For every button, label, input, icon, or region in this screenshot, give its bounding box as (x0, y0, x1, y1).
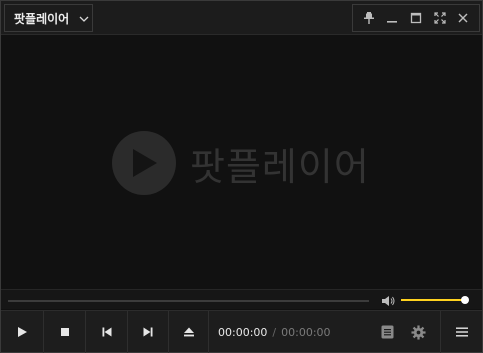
stop-icon (60, 328, 69, 336)
control-bar: 00:00:00 / 00:00:00 (1, 310, 482, 353)
time-display: 00:00:00 / 00:00:00 (218, 311, 331, 353)
app-menu-button[interactable]: 팟플레이어 (4, 4, 93, 32)
menu-icon (455, 327, 468, 337)
current-time: 00:00:00 (218, 325, 268, 339)
pin-icon[interactable] (360, 9, 378, 27)
stop-button[interactable] (44, 311, 85, 353)
volume-knob[interactable] (461, 296, 469, 304)
next-icon (143, 327, 153, 337)
app-menu-label: 팟플레이어 (14, 11, 70, 26)
play-icon (18, 327, 27, 337)
window-controls (352, 4, 480, 32)
volume-slider[interactable] (401, 296, 469, 304)
main-menu-button[interactable] (441, 311, 482, 353)
potplayer-logo: 팟플레이어 (112, 131, 370, 195)
total-duration: 00:00:00 (281, 325, 331, 339)
chevron-down-icon (79, 13, 89, 23)
logo-play-icon (112, 131, 176, 195)
time-separator: / (272, 325, 277, 339)
minimize-icon[interactable] (383, 9, 401, 27)
seek-row (1, 289, 482, 309)
maximize-icon[interactable] (407, 9, 425, 27)
close-icon[interactable] (454, 9, 472, 27)
settings-button[interactable] (405, 311, 431, 353)
eject-icon (183, 327, 194, 337)
next-button[interactable] (128, 311, 168, 353)
volume-fill (401, 299, 465, 301)
previous-icon (102, 327, 111, 337)
play-button[interactable] (1, 311, 43, 353)
seek-bar[interactable] (8, 300, 369, 302)
previous-button[interactable] (86, 311, 127, 353)
logo-text: 팟플레이어 (190, 144, 370, 189)
playlist-button[interactable] (375, 311, 399, 353)
eject-button[interactable] (169, 311, 208, 353)
video-area[interactable]: 팟플레이어 (4, 37, 479, 287)
title-bar: 팟플레이어 (1, 1, 482, 35)
playlist-icon (381, 325, 393, 339)
potplayer-window: 팟플레이어 팟플레이어 00:00:00 / 00:00:00 (0, 0, 483, 353)
settings-icon (410, 324, 426, 340)
speaker-icon[interactable] (381, 293, 397, 307)
fullscreen-icon[interactable] (431, 9, 449, 27)
